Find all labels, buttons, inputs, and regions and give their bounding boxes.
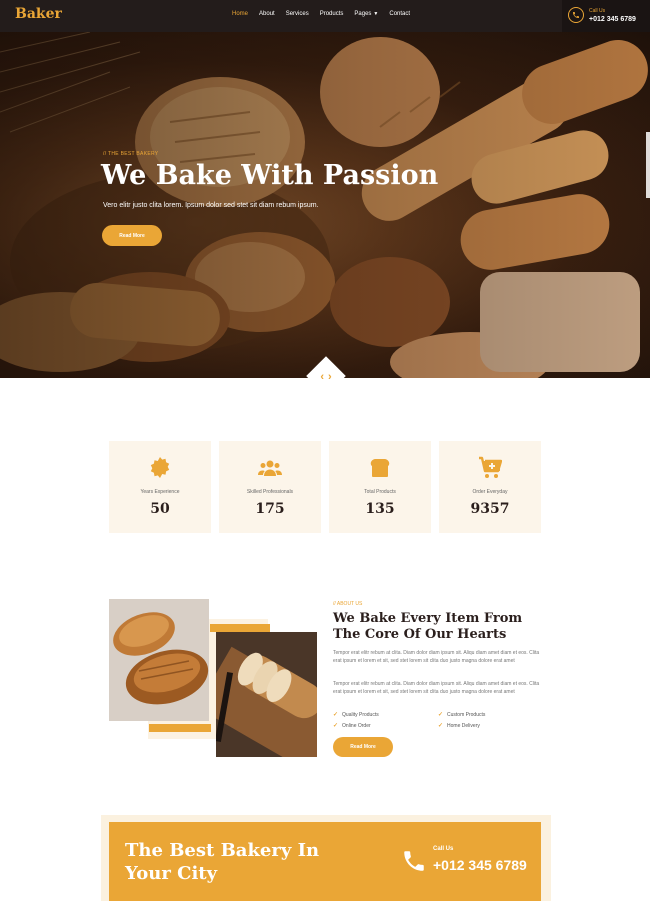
nav-link-about[interactable]: About <box>259 11 275 17</box>
nav-link-home[interactable]: Home <box>232 11 248 17</box>
nav-links: Home About Services Products Pages ▼ Cont… <box>232 11 421 17</box>
fact-label: Years Experience <box>140 489 180 495</box>
nav-link-pages[interactable]: Pages ▼ <box>354 11 378 17</box>
cta-title: The Best Bakery In Your City <box>125 840 320 884</box>
nav-link-contact[interactable]: Contact <box>389 11 410 17</box>
check-icon: ✓ <box>438 723 444 729</box>
nav-link-services[interactable]: Services <box>286 11 309 17</box>
cta-call-number[interactable]: +012 345 6789 <box>433 857 527 873</box>
chevron-down-icon: ▼ <box>373 11 379 17</box>
croissant-image <box>109 599 209 721</box>
fact-value: 9357 <box>470 501 510 517</box>
about-title: We Bake Every Item From The Core Of Our … <box>333 611 523 642</box>
feature-label: Home Delivery <box>447 722 480 729</box>
cart-plus-icon <box>479 456 502 478</box>
about-paragraph: Tempor erat elitr rebum at clita. Diam d… <box>333 681 540 695</box>
feature-label: Quality Products <box>342 711 379 718</box>
check-icon: ✓ <box>333 723 339 729</box>
navbar: Baker Home About Services Products Pages… <box>0 0 650 32</box>
feature-item: ✓ Quality Products <box>333 711 379 719</box>
nav-link-pages-label: Pages <box>354 11 372 17</box>
nav-call-label: Call Us <box>589 8 606 14</box>
fact-value: 50 <box>150 501 170 517</box>
fact-label: Skilled Professionals <box>246 489 294 495</box>
hero-subtitle: Vero elitr justo clita lorem. Ipsum dolo… <box>103 202 319 209</box>
fact-card: Order Everyday 9357 <box>439 441 541 533</box>
brand-logo[interactable]: Baker <box>15 6 62 22</box>
fact-label: Total Products <box>364 489 396 495</box>
fact-card: Total Products 135 <box>329 441 431 533</box>
certificate-icon <box>150 457 170 478</box>
fact-card: Years Experience 50 <box>109 441 211 533</box>
carousel-controls: ‹ › <box>313 370 339 384</box>
nav-call-number: +012 345 6789 <box>589 16 636 23</box>
bread-icon <box>370 459 390 477</box>
feature-label: Custom Products <box>447 711 486 718</box>
hero-section: // THE BEST BAKERY We Bake With Passion … <box>0 32 650 378</box>
nav-link-products[interactable]: Products <box>320 11 344 17</box>
hero-title: We Bake With Passion <box>101 160 439 191</box>
sliced-bread-image <box>216 632 317 757</box>
image-accent-bar <box>149 724 211 732</box>
fact-card: Skilled Professionals 175 <box>219 441 321 533</box>
phone-icon <box>568 7 584 23</box>
fact-value: 175 <box>255 501 285 517</box>
check-icon: ✓ <box>333 712 339 718</box>
check-icon: ✓ <box>438 712 444 718</box>
about-paragraph: Tempor erat elitr rebum at clita. Diam d… <box>333 650 540 664</box>
users-icon <box>258 460 282 476</box>
chevron-left-icon[interactable]: ‹ <box>320 370 324 384</box>
hero-read-more-button[interactable]: Read More <box>102 225 162 246</box>
scrollbar[interactable] <box>646 132 650 198</box>
hero-tag: // THE BEST BAKERY <box>103 151 159 157</box>
feature-label: Online Order <box>342 722 371 729</box>
fact-label: Order Everyday <box>472 489 508 495</box>
fact-value: 135 <box>365 501 395 517</box>
chevron-right-icon[interactable]: › <box>328 370 332 384</box>
about-read-more-button[interactable]: Read More <box>333 737 393 757</box>
hero-overlay <box>0 32 650 378</box>
cta-call-label: Call Us <box>433 846 454 852</box>
about-tag: // ABOUT US <box>333 601 363 607</box>
phone-icon <box>404 851 424 871</box>
feature-item: ✓ Home Delivery <box>438 722 480 730</box>
feature-item: ✓ Online Order <box>333 722 371 730</box>
image-accent-bar <box>210 624 270 632</box>
nav-call-box[interactable]: Call Us +012 345 6789 <box>562 0 650 32</box>
feature-item: ✓ Custom Products <box>438 711 486 719</box>
